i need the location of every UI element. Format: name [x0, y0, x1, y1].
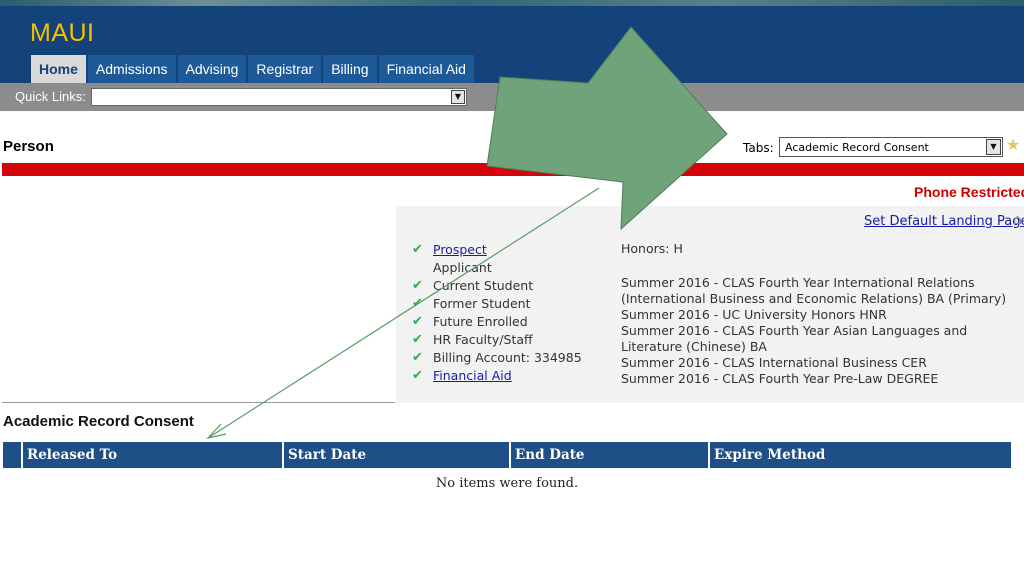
program-item: Summer 2016 - CLAS Fourth Year Internati… [621, 275, 1007, 306]
column-header-expire-method[interactable]: Expire Method [710, 442, 1011, 468]
main-nav: Home Admissions Advising Registrar Billi… [31, 55, 476, 83]
photo-panel [2, 206, 395, 403]
alert-bar [2, 163, 1024, 176]
nav-tab-financial-aid[interactable]: Financial Aid [378, 55, 474, 83]
status-label: Former Student [433, 296, 531, 311]
program-list: Summer 2016 - CLAS Fourth Year Internati… [621, 275, 1021, 387]
check-icon: ✔ [412, 350, 423, 365]
status-label: HR Faculty/Staff [433, 332, 533, 347]
check-icon: ✔ [412, 278, 423, 293]
tabs-select[interactable]: Academic Record Consent ▼ [779, 137, 1003, 157]
nav-tab-billing[interactable]: Billing [323, 55, 377, 83]
program-item: Summer 2016 - CLAS Fourth Year Pre-Law D… [621, 371, 939, 386]
tabs-select-value: Academic Record Consent [785, 141, 929, 154]
favorite-star-icon[interactable]: ★ [1006, 135, 1020, 154]
home-icon[interactable]: ⌂ [1013, 212, 1022, 228]
check-icon: ✔ [412, 368, 423, 383]
quick-links-bar: Quick Links: ▼ [0, 83, 1024, 111]
quick-links-label: Quick Links: [15, 89, 86, 104]
select-column-header[interactable] [3, 442, 23, 468]
column-header-start-date[interactable]: Start Date [284, 442, 511, 468]
nav-tab-admissions[interactable]: Admissions [87, 55, 176, 83]
check-icon: ✔ [412, 242, 423, 257]
financial-aid-link[interactable]: Financial Aid [433, 367, 512, 385]
column-header-released-to[interactable]: Released To [23, 442, 284, 468]
app-header: MAUI Home Admissions Advising Registrar … [0, 6, 1024, 83]
quick-links-select[interactable]: ▼ [91, 88, 467, 106]
check-icon: ✔ [412, 314, 423, 329]
section-title: Academic Record Consent [3, 413, 194, 430]
honors-info: Honors: H [621, 241, 683, 256]
nav-tab-home[interactable]: Home [31, 55, 86, 83]
phone-restricted-status: Phone Restricted [914, 184, 1024, 200]
app-title: MAUI [30, 19, 95, 47]
nav-tab-registrar[interactable]: Registrar [248, 55, 322, 83]
status-label: Billing Account: 334985 [433, 350, 582, 365]
chevron-down-icon[interactable]: ▼ [986, 139, 1001, 155]
empty-table-message: No items were found. [435, 476, 579, 491]
check-icon: ✔ [412, 296, 423, 311]
program-item: Summer 2016 - CLAS International Busines… [621, 355, 927, 370]
annotation-thin-arrow-head [206, 423, 227, 440]
chevron-down-icon[interactable]: ▼ [451, 90, 465, 104]
status-label: Current Student [433, 278, 534, 293]
status-label: Applicant [433, 260, 492, 275]
consent-table-header: Released To Start Date End Date Expire M… [3, 442, 1011, 468]
prospect-link[interactable]: Prospect [433, 241, 487, 259]
status-label: Future Enrolled [433, 314, 528, 329]
check-icon: ✔ [412, 332, 423, 347]
nav-tab-advising[interactable]: Advising [177, 55, 247, 83]
tabs-label: Tabs: [743, 141, 774, 155]
set-default-landing-link[interactable]: Set Default Landing Page [864, 214, 1024, 229]
column-header-end-date[interactable]: End Date [511, 442, 710, 468]
page-title: Person [3, 138, 54, 155]
program-item: Summer 2016 - CLAS Fourth Year Asian Lan… [621, 323, 968, 354]
program-item: Summer 2016 - UC University Honors HNR [621, 307, 887, 322]
